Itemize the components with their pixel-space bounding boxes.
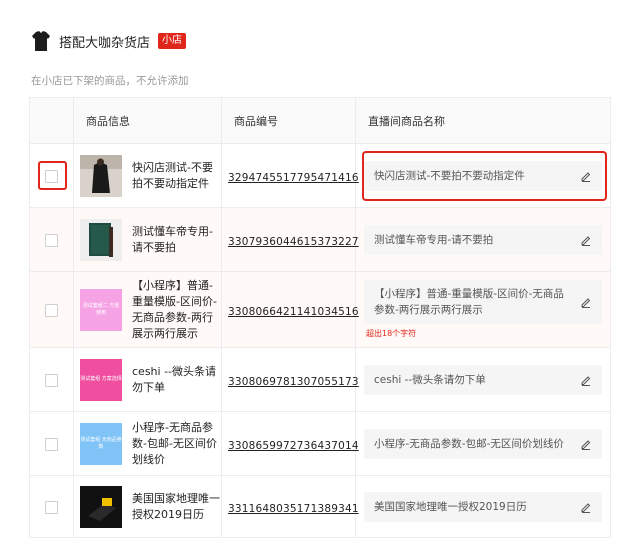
product-name: 美国国家地理唯一授权2019日历 bbox=[132, 491, 220, 521]
id-cell: 3308659972736437014 bbox=[221, 411, 359, 476]
edit-icon[interactable] bbox=[580, 501, 592, 513]
header-id: 商品编号 bbox=[221, 97, 356, 144]
row-checkbox[interactable] bbox=[45, 374, 58, 387]
edit-icon[interactable] bbox=[580, 296, 592, 308]
edit-icon[interactable] bbox=[580, 374, 592, 386]
product-table: 商品信息 商品编号 直播间商品名称 快闪店测试-不要拍不要动指定件 329474… bbox=[29, 97, 611, 538]
product-name: 测试懂车帝专用-请不要拍 bbox=[132, 224, 213, 254]
notice-text: 在小店已下架的商品，不允许添加 bbox=[31, 75, 189, 87]
product-name: ceshi --微头条请勿下单 bbox=[132, 364, 217, 394]
table-row[interactable]: 测试套组 无商品参数 小程序-无商品参数-包邮-无区间价划线价 33086599… bbox=[29, 411, 611, 476]
id-cell: 3294745517795471416 bbox=[221, 143, 359, 208]
live-name-cell: 【小程序】普通-重量模版-区间价-无商品参数-两行展示两行展示 超出18个字符 bbox=[355, 271, 611, 348]
thumbnail-text: 测试套组二 方便 使用 bbox=[82, 302, 120, 316]
info-cell: 测试套组 无商品参数 小程序-无商品参数-包邮-无区间价划线价 bbox=[73, 411, 222, 476]
product-id-link[interactable]: 3308069781307055173 bbox=[222, 376, 359, 388]
info-cell: 美国国家地理唯一授权2019日历 bbox=[73, 475, 222, 538]
product-id-link[interactable]: 3311648035171389341 bbox=[222, 503, 359, 515]
table-row[interactable]: 测试套组二 方便 使用 【小程序】普通-重量模版-区间价-无商品参数-两行展示两… bbox=[29, 271, 611, 348]
live-name-cell: 测试懂车帝专用-请不要拍 bbox=[355, 207, 611, 272]
product-thumbnail bbox=[80, 218, 122, 261]
row-checkbox[interactable] bbox=[45, 234, 58, 247]
checkbox-cell bbox=[29, 143, 74, 208]
live-name-cell: 美国国家地理唯一授权2019日历 bbox=[355, 475, 611, 538]
store-name: 搭配大咖杂货店 bbox=[59, 35, 151, 51]
table-row[interactable]: 美国国家地理唯一授权2019日历 3311648035171389341 美国国… bbox=[29, 475, 611, 538]
live-name-field[interactable]: 美国国家地理唯一授权2019日历 bbox=[364, 491, 602, 522]
thumbnail-text: 测试套组 无商品参数 bbox=[80, 436, 122, 450]
header-checkbox-col bbox=[29, 97, 74, 144]
id-cell: 3311648035171389341 bbox=[221, 475, 359, 538]
header-info: 商品信息 bbox=[73, 97, 222, 144]
id-cell: 3308069781307055173 bbox=[221, 347, 359, 412]
checkbox-cell bbox=[29, 411, 74, 476]
product-thumbnail bbox=[80, 154, 122, 197]
row-checkbox[interactable] bbox=[45, 501, 58, 514]
table-row[interactable]: 测试懂车帝专用-请不要拍 3307936044615373227 测试懂车帝专用… bbox=[29, 207, 611, 272]
product-thumbnail: 测试套组 无商品参数 bbox=[80, 422, 122, 465]
id-cell: 3308066421141034516 bbox=[221, 271, 359, 348]
product-name: 小程序-无商品参数-包邮-无区间价划线价 bbox=[132, 420, 217, 466]
live-name-cell: 小程序-无商品参数-包邮-无区间价划线价 bbox=[355, 411, 611, 476]
info-cell: 快闪店测试-不要拍不要动指定件 bbox=[73, 143, 222, 208]
info-cell: 测试套组 方案选择 ceshi --微头条请勿下单 bbox=[73, 347, 222, 412]
live-name-cell: ceshi --微头条请勿下单 bbox=[355, 347, 611, 412]
live-name-field[interactable]: 测试懂车帝专用-请不要拍 bbox=[364, 224, 602, 255]
table-row[interactable]: 测试套组 方案选择 ceshi --微头条请勿下单 33080697813070… bbox=[29, 347, 611, 412]
header-live-name: 直播间商品名称 bbox=[355, 97, 611, 144]
product-id-link[interactable]: 3294745517795471416 bbox=[222, 172, 359, 184]
checkbox-cell bbox=[29, 347, 74, 412]
live-name-text: 测试懂车帝专用-请不要拍 bbox=[374, 233, 494, 246]
live-name-highlight bbox=[362, 150, 607, 201]
product-thumbnail: 测试套组二 方便 使用 bbox=[80, 288, 122, 331]
checkbox-highlight bbox=[38, 160, 67, 190]
product-thumbnail: 测试套组 方案选择 bbox=[80, 358, 122, 401]
product-thumbnail bbox=[80, 485, 122, 528]
thumbnail-text: 测试套组 方案选择 bbox=[80, 376, 122, 382]
table-header: 商品信息 商品编号 直播间商品名称 bbox=[29, 97, 611, 144]
id-cell: 3307936044615373227 bbox=[221, 207, 359, 272]
live-name-text: ceshi --微头条请勿下单 bbox=[374, 373, 486, 386]
live-name-text: 小程序-无商品参数-包邮-无区间价划线价 bbox=[374, 437, 564, 450]
product-id-link[interactable]: 3308659972736437014 bbox=[222, 440, 359, 452]
live-name-field[interactable]: 【小程序】普通-重量模版-区间价-无商品参数-两行展示两行展示 bbox=[364, 280, 602, 324]
checkbox-cell bbox=[29, 207, 74, 272]
row-checkbox[interactable] bbox=[45, 304, 58, 317]
checkbox-cell bbox=[29, 475, 74, 538]
row-checkbox[interactable] bbox=[45, 438, 58, 451]
edit-icon[interactable] bbox=[580, 234, 592, 246]
store-tag-badge: 小店 bbox=[158, 33, 187, 49]
checkbox-cell bbox=[29, 271, 74, 348]
length-warning: 超出18个字符 bbox=[366, 329, 417, 338]
live-name-field[interactable]: ceshi --微头条请勿下单 bbox=[364, 364, 602, 395]
store-header: 搭配大咖杂货店 小店 bbox=[31, 30, 187, 52]
store-avatar-icon bbox=[32, 31, 50, 51]
product-id-link[interactable]: 3308066421141034516 bbox=[222, 306, 359, 318]
live-name-text: 美国国家地理唯一授权2019日历 bbox=[374, 500, 527, 513]
live-name-field[interactable]: 小程序-无商品参数-包邮-无区间价划线价 bbox=[364, 428, 602, 459]
product-name: 【小程序】普通-重量模版-区间价-无商品参数-两行展示两行展示 bbox=[132, 278, 217, 340]
edit-icon[interactable] bbox=[580, 438, 592, 450]
live-name-text: 【小程序】普通-重量模版-区间价-无商品参数-两行展示两行展示 bbox=[374, 288, 564, 316]
info-cell: 测试懂车帝专用-请不要拍 bbox=[73, 207, 222, 272]
info-cell: 测试套组二 方便 使用 【小程序】普通-重量模版-区间价-无商品参数-两行展示两… bbox=[73, 271, 222, 348]
product-id-link[interactable]: 3307936044615373227 bbox=[222, 236, 359, 248]
table-row[interactable]: 快闪店测试-不要拍不要动指定件 3294745517795471416 快闪店测… bbox=[29, 143, 611, 208]
live-name-cell: 快闪店测试-不要拍不要动指定件 bbox=[355, 143, 611, 208]
product-name: 快闪店测试-不要拍不要动指定件 bbox=[132, 160, 213, 190]
